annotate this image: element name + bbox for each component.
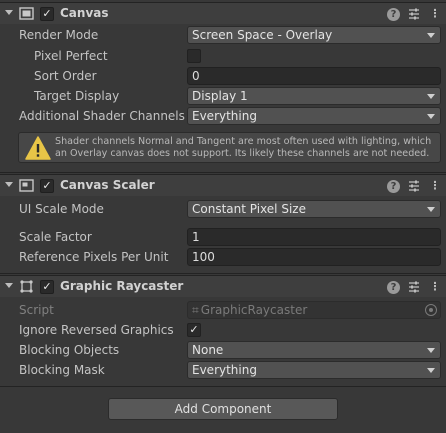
component-divider bbox=[0, 386, 446, 387]
blocking-mask-value: Everything bbox=[192, 363, 257, 377]
script-icon: ⌗ bbox=[192, 303, 199, 317]
scale-factor-label: Scale Factor bbox=[19, 230, 92, 244]
blocking-objects-label: Blocking Objects bbox=[19, 343, 120, 357]
shader-channels-row: Additional Shader Channels Everything bbox=[0, 107, 446, 126]
target-display-value: Display 1 bbox=[192, 89, 248, 103]
canvas-component-header[interactable]: ✓ Canvas ? ⋮ bbox=[0, 2, 446, 24]
scale-factor-row: Scale Factor 1 bbox=[0, 228, 446, 247]
blocking-objects-row: Blocking Objects None bbox=[0, 341, 446, 360]
component-divider bbox=[0, 273, 446, 274]
help-icon[interactable]: ? bbox=[387, 8, 400, 21]
blocking-mask-row: Blocking Mask Everything bbox=[0, 361, 446, 380]
dropdown-arrow-icon bbox=[427, 33, 435, 38]
ref-ppu-field[interactable]: 100 bbox=[187, 248, 441, 266]
ui-scale-mode-label: UI Scale Mode bbox=[19, 202, 104, 216]
canvas-scaler-enabled-checkbox[interactable]: ✓ bbox=[40, 179, 54, 193]
target-display-dropdown[interactable]: Display 1 bbox=[187, 87, 441, 105]
render-mode-label: Render Mode bbox=[19, 28, 99, 42]
shader-channels-warning: Shader channels Normal and Tangent are m… bbox=[18, 132, 441, 163]
script-label: Script bbox=[19, 303, 54, 317]
object-picker-icon bbox=[425, 304, 437, 316]
canvas-scaler-component-header[interactable]: ✓ Canvas Scaler ? ⋮ bbox=[0, 174, 446, 196]
context-menu-icon[interactable]: ⋮ bbox=[428, 7, 442, 21]
help-icon[interactable]: ? bbox=[387, 180, 400, 193]
target-display-row: Target Display Display 1 bbox=[0, 87, 446, 106]
context-menu-icon[interactable]: ⋮ bbox=[428, 280, 442, 294]
dropdown-arrow-icon bbox=[427, 348, 435, 353]
render-mode-dropdown[interactable]: Screen Space - Overlay bbox=[187, 26, 441, 44]
graphic-raycaster-title: Graphic Raycaster bbox=[60, 279, 184, 293]
ui-scale-mode-row: UI Scale Mode Constant Pixel Size bbox=[0, 200, 446, 219]
sort-order-label: Sort Order bbox=[34, 69, 97, 83]
ref-ppu-label: Reference Pixels Per Unit bbox=[19, 250, 169, 264]
pixel-perfect-row: Pixel Perfect bbox=[0, 47, 446, 66]
add-component-button[interactable]: Add Component bbox=[108, 398, 338, 420]
blocking-mask-label: Blocking Mask bbox=[19, 363, 105, 377]
ignore-reversed-row: Ignore Reversed Graphics ✓ bbox=[0, 321, 446, 340]
foldout-arrow-icon[interactable] bbox=[5, 10, 13, 15]
shader-channels-value: Everything bbox=[192, 109, 257, 123]
shader-channels-label: Additional Shader Channels bbox=[19, 109, 185, 123]
blocking-mask-dropdown[interactable]: Everything bbox=[187, 361, 441, 379]
dropdown-arrow-icon bbox=[427, 207, 435, 212]
ignore-reversed-checkbox[interactable]: ✓ bbox=[187, 323, 201, 337]
ui-scale-mode-value: Constant Pixel Size bbox=[192, 202, 306, 216]
presets-icon[interactable] bbox=[407, 7, 421, 21]
canvas-scaler-icon bbox=[19, 179, 34, 192]
inspector-panel: ✓ Canvas ? ⋮ Render Mode Screen Space - … bbox=[0, 0, 446, 433]
presets-icon[interactable] bbox=[407, 280, 421, 294]
warning-message: Shader channels Normal and Tangent are m… bbox=[55, 136, 432, 159]
dropdown-arrow-icon bbox=[427, 94, 435, 99]
script-row: Script ⌗ GraphicRaycaster bbox=[0, 301, 446, 320]
canvas-enabled-checkbox[interactable]: ✓ bbox=[40, 7, 54, 21]
graphic-raycaster-icon bbox=[20, 280, 33, 293]
context-menu-icon[interactable]: ⋮ bbox=[428, 179, 442, 193]
dropdown-arrow-icon bbox=[427, 114, 435, 119]
script-field: ⌗ GraphicRaycaster bbox=[187, 301, 441, 319]
sort-order-row: Sort Order 0 bbox=[0, 67, 446, 86]
blocking-objects-value: None bbox=[192, 343, 224, 357]
scale-factor-field[interactable]: 1 bbox=[187, 228, 441, 246]
shader-channels-dropdown[interactable]: Everything bbox=[187, 107, 441, 125]
ignore-reversed-label: Ignore Reversed Graphics bbox=[19, 323, 174, 337]
render-mode-value: Screen Space - Overlay bbox=[192, 28, 333, 42]
presets-icon[interactable] bbox=[407, 179, 421, 193]
foldout-arrow-icon[interactable] bbox=[5, 182, 13, 187]
sort-order-field[interactable]: 0 bbox=[187, 67, 441, 85]
foldout-arrow-icon[interactable] bbox=[5, 283, 13, 288]
graphic-raycaster-component-header[interactable]: ✓ Graphic Raycaster ? ⋮ bbox=[0, 275, 446, 297]
target-display-label: Target Display bbox=[34, 89, 120, 103]
blocking-objects-dropdown[interactable]: None bbox=[187, 341, 441, 359]
canvas-icon bbox=[19, 7, 34, 20]
canvas-scaler-title: Canvas Scaler bbox=[60, 178, 155, 192]
help-icon[interactable]: ? bbox=[387, 281, 400, 294]
graphic-raycaster-enabled-checkbox[interactable]: ✓ bbox=[40, 280, 54, 294]
pixel-perfect-checkbox[interactable] bbox=[187, 49, 201, 63]
warning-icon bbox=[25, 136, 51, 160]
dropdown-arrow-icon bbox=[427, 368, 435, 373]
render-mode-row: Render Mode Screen Space - Overlay bbox=[0, 26, 446, 45]
pixel-perfect-label: Pixel Perfect bbox=[34, 49, 108, 63]
script-value: GraphicRaycaster bbox=[200, 303, 308, 317]
component-divider bbox=[0, 172, 446, 173]
ref-ppu-row: Reference Pixels Per Unit 100 bbox=[0, 248, 446, 267]
ui-scale-mode-dropdown[interactable]: Constant Pixel Size bbox=[187, 200, 441, 218]
canvas-title: Canvas bbox=[60, 6, 109, 20]
